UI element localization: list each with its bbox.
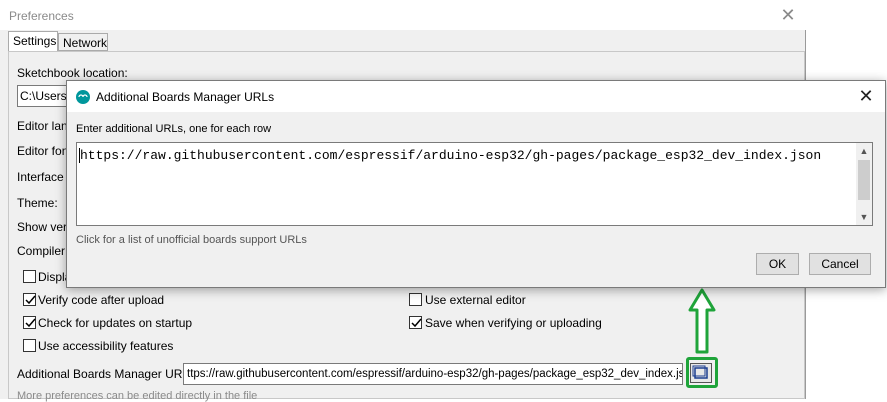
ok-button[interactable]: OK bbox=[756, 253, 799, 275]
check-updates-checkbox[interactable] bbox=[23, 316, 36, 329]
dialog-titlebar: Additional Boards Manager URLs ✕ bbox=[67, 81, 885, 112]
tab-network[interactable]: Network bbox=[58, 33, 108, 51]
editor-font-label: Editor font bbox=[17, 144, 72, 158]
scroll-thumb[interactable] bbox=[858, 160, 870, 200]
unofficial-boards-link[interactable]: Click for a list of unofficial boards su… bbox=[76, 234, 307, 246]
cancel-button[interactable]: Cancel bbox=[809, 253, 871, 275]
checkmark-icon bbox=[25, 295, 36, 305]
scroll-up-arrow-icon[interactable]: ▲ bbox=[856, 143, 872, 159]
textarea-scrollbar[interactable]: ▲ ▼ bbox=[856, 143, 872, 225]
preferences-title: Preferences bbox=[9, 9, 74, 23]
text-cursor bbox=[79, 148, 80, 163]
more-preferences-note: More preferences can be edited directly … bbox=[17, 390, 258, 402]
verify-after-upload-label: Verify code after upload bbox=[38, 293, 165, 307]
check-updates-label: Check for updates on startup bbox=[38, 316, 193, 330]
display-checkbox[interactable] bbox=[23, 270, 36, 283]
dialog-close-icon[interactable]: ✕ bbox=[853, 85, 879, 107]
theme-label: Theme: bbox=[17, 196, 58, 210]
dialog-title: Additional Boards Manager URLs bbox=[96, 90, 275, 104]
save-when-verifying-label: Save when verifying or uploading bbox=[425, 316, 602, 330]
interface-scale-label: Interface bbox=[17, 170, 64, 184]
external-editor-checkbox[interactable] bbox=[409, 293, 422, 306]
checkmark-icon bbox=[25, 318, 36, 328]
additional-urls-dialog: Additional Boards Manager URLs ✕ Enter a… bbox=[66, 80, 886, 288]
dialog-instructions: Enter additional URLs, one for each row bbox=[76, 123, 272, 135]
accessibility-checkbox[interactable] bbox=[23, 339, 36, 352]
scroll-down-arrow-icon[interactable]: ▼ bbox=[856, 209, 872, 225]
verify-after-upload-checkbox[interactable] bbox=[23, 293, 36, 306]
sketchbook-location-label: Sketchbook location: bbox=[17, 66, 128, 80]
up-arrow-icon bbox=[688, 288, 716, 354]
external-editor-label: Use external editor bbox=[425, 293, 526, 307]
preferences-titlebar: Preferences ✕ bbox=[0, 0, 806, 30]
url-button-highlight bbox=[686, 357, 718, 388]
arduino-icon bbox=[76, 90, 90, 104]
checkmark-icon bbox=[411, 318, 422, 328]
tab-settings[interactable]: Settings bbox=[8, 31, 58, 52]
preferences-close-icon[interactable]: ✕ bbox=[774, 4, 802, 26]
accessibility-label: Use accessibility features bbox=[38, 339, 174, 353]
urls-textarea[interactable]: https://raw.githubusercontent.com/espres… bbox=[76, 142, 873, 226]
save-when-verifying-checkbox[interactable] bbox=[409, 316, 422, 329]
additional-urls-field[interactable]: ttps://raw.githubusercontent.com/espress… bbox=[183, 363, 683, 385]
url-line: https://raw.githubusercontent.com/espres… bbox=[80, 148, 822, 163]
additional-urls-label: Additional Boards Manager URLs: bbox=[17, 367, 199, 381]
